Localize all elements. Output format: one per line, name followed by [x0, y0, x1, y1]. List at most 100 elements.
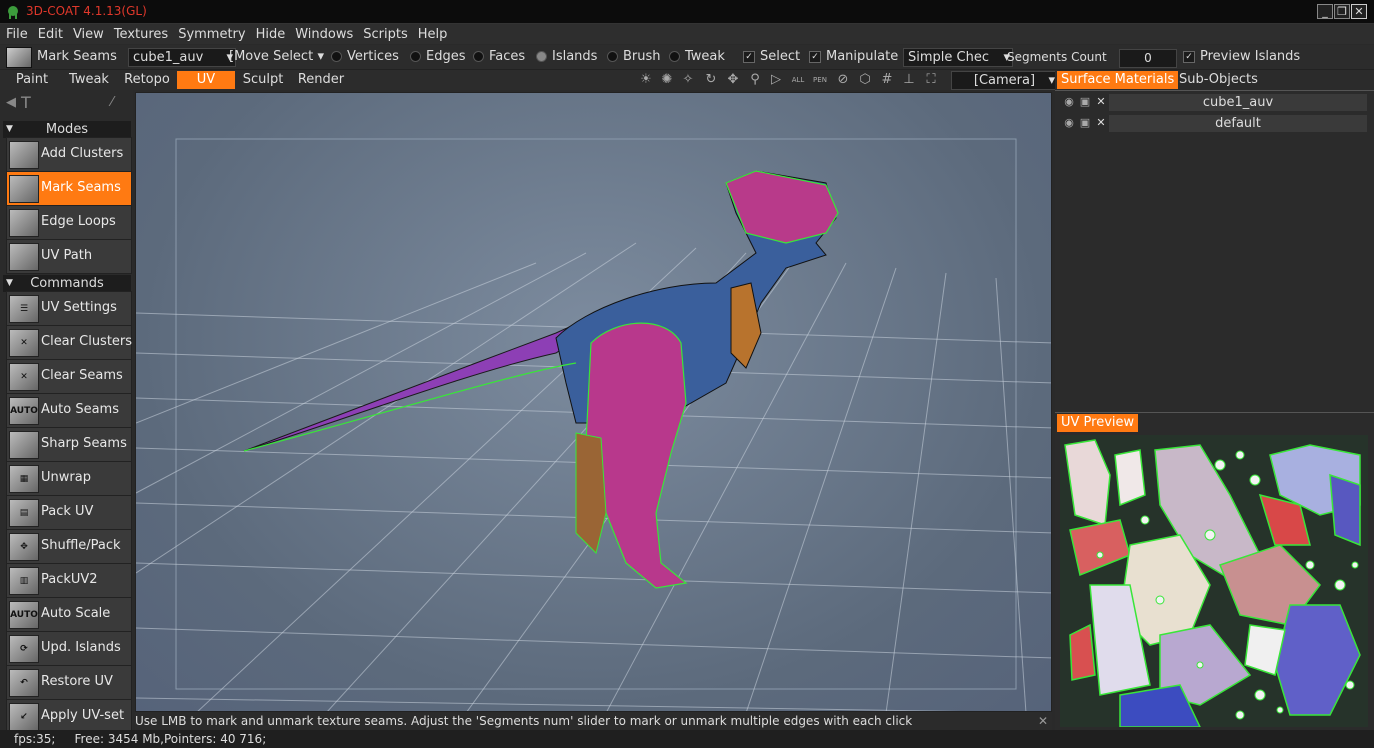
cmd-clear-seams[interactable]: ✕ Clear Seams [6, 359, 132, 394]
zoom-icon[interactable]: ⚲ [747, 72, 763, 88]
cube-view-icon[interactable]: ⬡ [857, 72, 873, 88]
camera-dropdown[interactable]: [Camera] ▾ [951, 71, 1058, 90]
tool-label: Restore UV [41, 674, 113, 689]
radio-tweak[interactable]: Tweak [669, 49, 725, 64]
grid-icon[interactable]: # [879, 72, 895, 88]
app-logo-icon [6, 5, 20, 19]
cmd-sharp-seams[interactable]: Sharp Seams [6, 427, 132, 462]
minimize-button[interactable]: _ [1317, 4, 1333, 19]
mode-dropdown[interactable]: [Move Select ▾ [229, 49, 324, 64]
room-tabs: Paint Tweak Retopo UV Sculpt Render ☀ ✺ … [0, 70, 1058, 90]
viewport-scene[interactable] [136, 93, 1052, 712]
delete-icon[interactable]: ✕ [1095, 116, 1107, 130]
cmd-clear-clusters[interactable]: ✕ Clear Clusters [6, 325, 132, 360]
menu-file[interactable]: File [2, 25, 32, 44]
tab-retopo[interactable]: Retopo [121, 71, 173, 89]
play-icon[interactable]: ▷ [768, 72, 784, 88]
close-window-button[interactable]: ✕ [1351, 4, 1367, 19]
radio-faces[interactable]: Faces [473, 49, 525, 64]
restore-button[interactable]: ❐ [1334, 4, 1350, 19]
mode-add-clusters[interactable]: Add Clusters [6, 137, 132, 172]
cmd-shuffle-pack[interactable]: ✥ Shuffle/Pack [6, 529, 132, 564]
manipulate-checkbox[interactable]: ✓ Manipulate [809, 49, 898, 64]
axes-icon[interactable]: ⊥ [901, 72, 917, 88]
tab-paint[interactable]: Paint [8, 71, 56, 89]
menu-windows[interactable]: Windows [291, 25, 357, 44]
menu-bar: File Edit View Textures Symmetry Hide Windows S… [0, 24, 1374, 44]
no-symbol-icon[interactable]: ⊘ [835, 72, 851, 88]
cmd-uv-settings[interactable]: ☰ UV Settings [6, 291, 132, 326]
lock-icon[interactable]: ▣ [1079, 116, 1091, 130]
light-settings-icon[interactable]: ✺ [659, 72, 675, 88]
collapse-arrow-icon[interactable]: ◀ [6, 95, 16, 110]
fullscreen-icon[interactable]: ⛶ [923, 72, 939, 88]
tool-label: Clear Seams [41, 368, 123, 383]
radio-vertices[interactable]: Vertices [331, 49, 399, 64]
material-name[interactable]: default [1109, 115, 1367, 132]
commands-header[interactable]: ▼ Commands [3, 275, 131, 292]
menu-view[interactable]: View [69, 25, 108, 44]
menu-help[interactable]: Help [414, 25, 452, 44]
light-icon[interactable]: ☀ [638, 72, 654, 88]
cmd-apply-uv-set[interactable]: ↙ Apply UV-set [6, 699, 132, 732]
uv-preview-canvas[interactable] [1060, 435, 1368, 728]
current-tool-name: Mark Seams [37, 49, 117, 64]
grid-icon: ▦ [9, 465, 39, 493]
menu-edit[interactable]: Edit [34, 25, 67, 44]
move-icon[interactable]: ✥ [725, 72, 741, 88]
lock-icon[interactable]: ▣ [1079, 95, 1091, 109]
text-tool-icon[interactable]: T [21, 93, 31, 112]
fit-pen-icon[interactable]: PEN [812, 72, 828, 88]
tab-tweak[interactable]: Tweak [63, 71, 115, 89]
tool-label: Mark Seams [41, 180, 121, 195]
tab-sculpt[interactable]: Sculpt [238, 71, 288, 89]
cmd-pack-uv[interactable]: ▤ Pack UV [6, 495, 132, 530]
close-hint-icon[interactable]: ✕ [1038, 712, 1048, 730]
tab-sub-objects[interactable]: Sub-Objects [1175, 71, 1262, 89]
radio-edges[interactable]: Edges [410, 49, 466, 64]
eye-icon[interactable]: ◉ [1063, 95, 1075, 109]
edge-loops-icon [9, 209, 39, 237]
select-checkbox[interactable]: ✓ Select [743, 49, 800, 64]
preview-islands-checkbox[interactable]: ✓ Preview Islands [1183, 49, 1300, 64]
cmd-unwrap[interactable]: ▦ Unwrap [6, 461, 132, 496]
light-direction-icon[interactable]: ✧ [680, 72, 696, 88]
cmd-packuv2[interactable]: ▥ PackUV2 [6, 563, 132, 598]
rotate-icon[interactable]: ↻ [703, 72, 719, 88]
tab-surface-materials[interactable]: Surface Materials [1057, 71, 1179, 89]
delete-icon[interactable]: ✕ [1095, 95, 1107, 109]
radio-brush[interactable]: Brush [607, 49, 661, 64]
pack2-icon: ▥ [9, 567, 39, 595]
menu-textures[interactable]: Textures [110, 25, 172, 44]
radio-islands[interactable]: Islands [536, 49, 597, 64]
cmd-auto-scale[interactable]: AUTO Auto Scale [6, 597, 132, 632]
menu-symmetry[interactable]: Symmetry [174, 25, 249, 44]
uv-preview-tab[interactable]: UV Preview [1057, 414, 1139, 432]
mode-mark-seams[interactable]: Mark Seams [6, 171, 132, 206]
modes-header[interactable]: ▼ Modes [3, 121, 131, 138]
cmd-restore-uv[interactable]: ↶ Restore UV [6, 665, 132, 700]
checker-dropdown[interactable]: Simple Chec ▾ [903, 48, 1013, 67]
checkmark-icon: ✓ [809, 50, 821, 63]
object-dropdown[interactable]: cube1_auv ▾ [128, 48, 236, 67]
segments-count-input[interactable]: 0 [1119, 49, 1177, 68]
dinosaur-model[interactable] [243, 170, 839, 589]
material-name[interactable]: cube1_auv [1109, 94, 1367, 111]
brush-icon[interactable]: ⁄ [111, 95, 113, 110]
cmd-upd-islands[interactable]: ⟳ Upd. Islands [6, 631, 132, 666]
tab-render[interactable]: Render [295, 71, 347, 89]
menu-hide[interactable]: Hide [252, 25, 290, 44]
viewport-3d[interactable] [135, 92, 1052, 712]
tool-options-bar: Mark Seams cube1_auv ▾ [Move Select ▾ Vert… [0, 45, 1374, 70]
cmd-auto-seams[interactable]: AUTO Auto Seams [6, 393, 132, 428]
material-row[interactable]: ◉ ▣ ✕ cube1_auv [1059, 94, 1367, 112]
checkbox-label: Preview Islands [1200, 49, 1301, 64]
tab-uv[interactable]: UV [177, 71, 235, 89]
eye-icon[interactable]: ◉ [1063, 116, 1075, 130]
fit-all-icon[interactable]: ALL [790, 72, 806, 88]
mode-uv-path[interactable]: UV Path [6, 239, 132, 274]
material-row[interactable]: ◉ ▣ ✕ default [1059, 115, 1367, 133]
mode-edge-loops[interactable]: Edge Loops [6, 205, 132, 240]
menu-scripts[interactable]: Scripts [359, 25, 411, 44]
radio-indicator [331, 51, 342, 62]
